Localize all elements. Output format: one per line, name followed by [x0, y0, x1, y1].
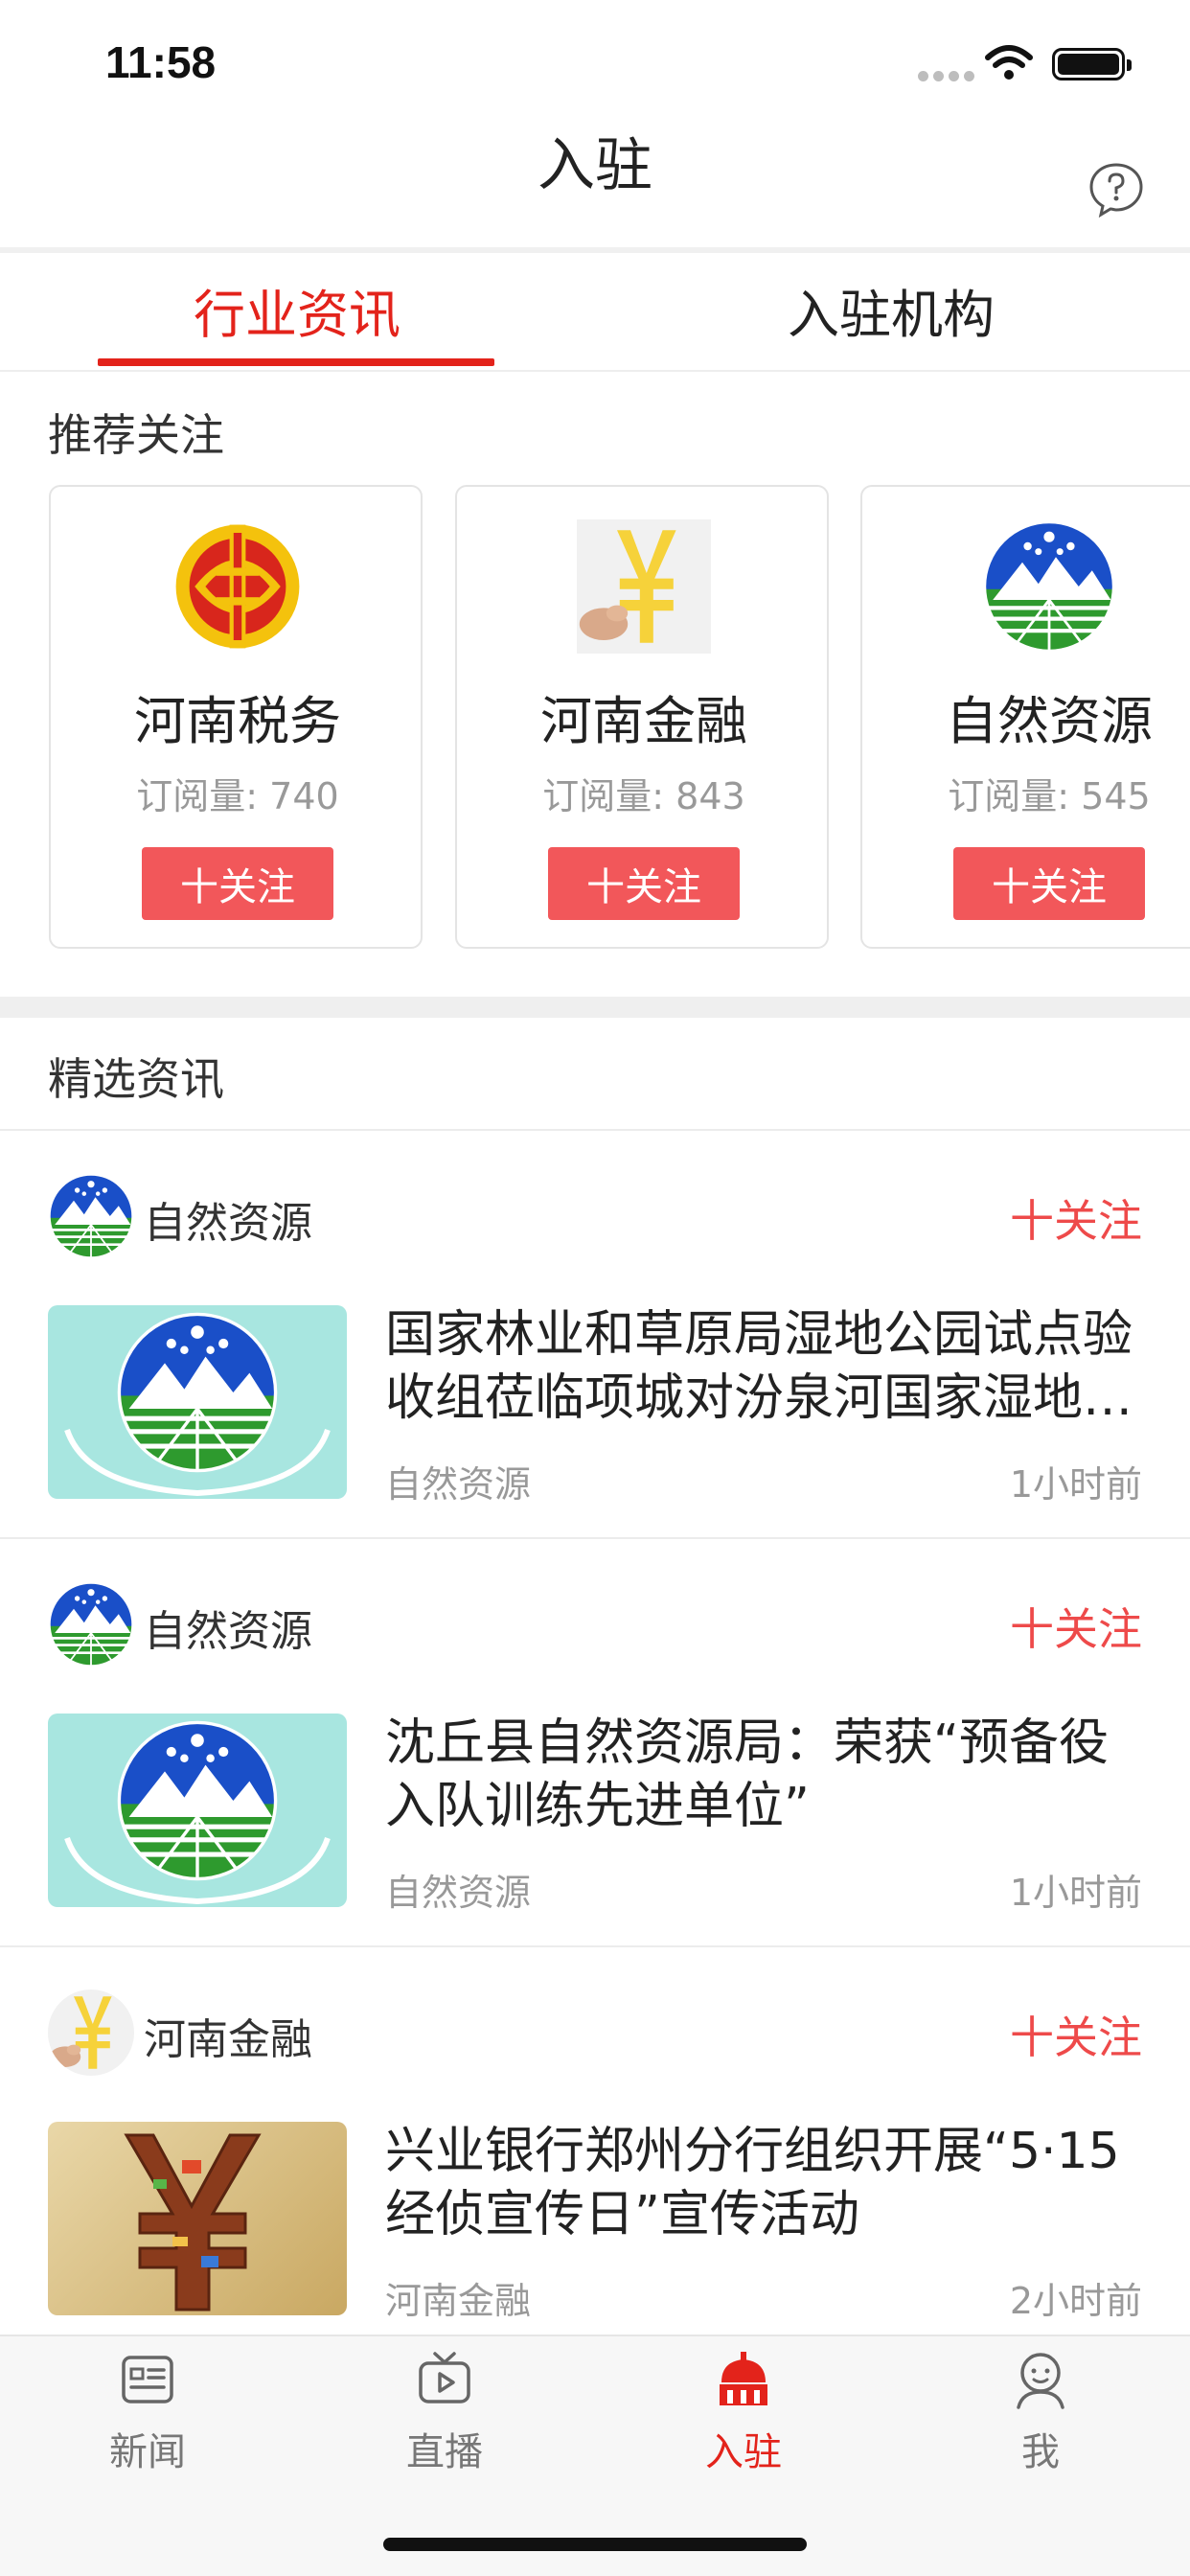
- recommend-card[interactable]: 自然资源 订阅量: 545 十关注: [860, 485, 1190, 949]
- source-name[interactable]: 河南金融: [144, 2005, 312, 2066]
- follow-link[interactable]: 十关注: [1010, 2003, 1142, 2066]
- follow-button[interactable]: 十关注: [142, 847, 333, 920]
- featured-section-title: 精选资讯: [48, 1053, 224, 1105]
- follow-button[interactable]: 十关注: [953, 847, 1145, 920]
- news-thumbnail[interactable]: [48, 2122, 347, 2315]
- card-subscribers: 订阅量: 545: [948, 775, 1151, 817]
- news-title[interactable]: 沈丘县自然资源局：荣获“预备役入队训练先进单位”: [385, 1712, 1142, 1838]
- news-time: 1小时前: [1009, 1872, 1142, 1914]
- news-item[interactable]: 自然资源 十关注 沈丘县自然资源局：荣获“预备役入队训练先进单位” 自然资源 1…: [0, 1539, 1190, 1947]
- bottom-tab-bar: 新闻 直播 入驻 我: [0, 2334, 1190, 2576]
- tab-institutions[interactable]: 入驻机构: [690, 272, 1092, 348]
- wifi-icon: [985, 45, 1033, 80]
- tabbar-label: 入驻: [705, 2430, 782, 2474]
- recommend-card[interactable]: 河南税务 订阅量: 740 十关注: [49, 485, 423, 949]
- battery-icon: [1052, 48, 1132, 80]
- tab-active-indicator: [98, 358, 494, 366]
- news-time: 1小时前: [1009, 1463, 1142, 1506]
- person-icon: [1017, 2353, 1064, 2409]
- news-time: 2小时前: [1009, 2280, 1142, 2322]
- recommend-cards[interactable]: 河南税务 订阅量: 740 十关注 河南金融 订阅量: 843 十关注 自然资源…: [0, 485, 1190, 951]
- finance-avatar-icon[interactable]: [48, 1990, 134, 2076]
- news-title[interactable]: 兴业银行郑州分行组织开展“5·15经侦宣传日”宣传活动: [385, 2120, 1142, 2246]
- tv-icon: [419, 2352, 470, 2404]
- news-title[interactable]: 国家林业和草原局湿地公园试点验收组莅临项城对汾泉河国家湿地公园进行验收: [385, 1303, 1142, 1430]
- follow-link[interactable]: 十关注: [1010, 1595, 1142, 1658]
- status-time: 11:58: [105, 37, 217, 87]
- tabbar-label: 新闻: [109, 2430, 186, 2474]
- tab-industry-news[interactable]: 行业资讯: [96, 272, 498, 348]
- news-category: 河南金融: [385, 2280, 532, 2322]
- card-name: 自然资源: [946, 691, 1153, 751]
- yuan-hand-icon: [577, 519, 711, 654]
- news-thumbnail[interactable]: [48, 1714, 347, 1907]
- news-item[interactable]: 自然资源 十关注 国家林业和草原局湿地公园试点验收组莅临项城对汾泉河国家湿地公园…: [0, 1131, 1190, 1539]
- news-item[interactable]: 河南金融 十关注 兴业银行郑州分行组织开展“5·15经侦宣传日”宣传活动 河南金…: [0, 1947, 1190, 2356]
- tax-emblem-icon: [175, 524, 300, 649]
- natural-resources-emblem-icon: [977, 519, 1121, 654]
- top-tabs: 行业资讯 入驻机构: [0, 253, 1190, 372]
- tabbar-me[interactable]: 我: [945, 2350, 1136, 2476]
- tabbar-news[interactable]: 新闻: [52, 2350, 243, 2476]
- section-separator: [0, 997, 1190, 1018]
- help-icon[interactable]: [1087, 161, 1145, 218]
- news-icon: [122, 2356, 173, 2404]
- card-name: 河南金融: [540, 691, 747, 751]
- card-subscribers: 订阅量: 843: [542, 775, 745, 817]
- natural-resources-avatar-icon[interactable]: [48, 1173, 134, 1259]
- tabbar-label: 直播: [406, 2430, 483, 2474]
- news-thumbnail[interactable]: [48, 1305, 347, 1499]
- news-category: 自然资源: [385, 1463, 532, 1506]
- card-subscribers: 订阅量: 740: [136, 775, 339, 817]
- recommend-card[interactable]: 河南金融 订阅量: 843 十关注: [455, 485, 829, 949]
- follow-link[interactable]: 十关注: [1010, 1186, 1142, 1250]
- source-name[interactable]: 自然资源: [144, 1597, 312, 1658]
- tabbar-label: 我: [1021, 2430, 1060, 2474]
- recommend-section-title: 推荐关注: [48, 409, 224, 461]
- follow-button[interactable]: 十关注: [548, 847, 740, 920]
- home-indicator[interactable]: [383, 2538, 807, 2551]
- building-icon: [720, 2352, 767, 2405]
- source-name[interactable]: 自然资源: [144, 1188, 312, 1250]
- news-category: 自然资源: [385, 1872, 532, 1914]
- status-bar: 11:58: [0, 0, 1190, 125]
- card-name: 河南税务: [134, 691, 341, 751]
- tabbar-settle[interactable]: 入驻: [648, 2350, 839, 2476]
- natural-resources-avatar-icon[interactable]: [48, 1581, 134, 1668]
- page-title: 入驻: [538, 132, 652, 199]
- tabbar-live[interactable]: 直播: [349, 2350, 540, 2476]
- cellular-signal-icon: [918, 71, 974, 81]
